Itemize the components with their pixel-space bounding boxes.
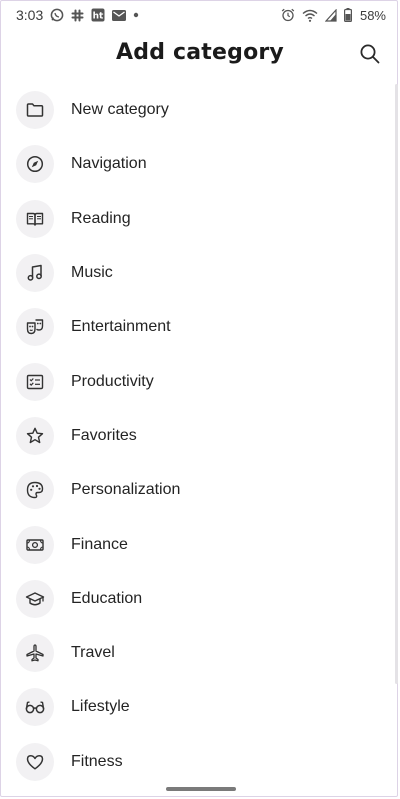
book-icon	[16, 199, 54, 238]
category-item-reading[interactable]: Reading	[0, 192, 392, 246]
category-item-favorites[interactable]: Favorites	[0, 409, 392, 463]
folder-icon	[16, 91, 54, 130]
category-label: Education	[71, 589, 143, 607]
category-label: Entertainment	[71, 318, 171, 336]
status-time: 3:03	[16, 7, 44, 23]
category-label: Fitness	[71, 752, 123, 770]
gesture-navigation-handle[interactable]	[166, 787, 236, 791]
music-note-icon	[16, 254, 54, 293]
status-bar: 3:03 ht 58%	[0, 0, 400, 30]
compass-icon	[16, 145, 54, 184]
status-left: 3:03 ht	[16, 7, 139, 23]
category-item-education[interactable]: Education	[0, 572, 392, 626]
category-label: New category	[71, 101, 169, 119]
slack-icon	[71, 9, 84, 22]
money-icon	[16, 525, 54, 564]
category-label: Music	[71, 264, 113, 282]
category-item-travel[interactable]: Travel	[0, 626, 392, 680]
mail-icon	[112, 9, 127, 21]
category-item-fitness[interactable]: Fitness	[0, 735, 392, 789]
category-label: Finance	[71, 535, 128, 553]
search-icon	[360, 44, 380, 64]
category-label: Productivity	[71, 372, 154, 390]
status-right: 58%	[281, 8, 386, 23]
category-item-productivity[interactable]: Productivity	[0, 354, 392, 408]
whatsapp-icon	[50, 8, 64, 22]
category-item-new-category[interactable]: New category	[0, 83, 392, 137]
heart-icon	[16, 742, 54, 781]
star-icon	[16, 416, 54, 455]
search-button[interactable]	[358, 42, 382, 66]
category-item-finance[interactable]: Finance	[0, 517, 392, 571]
checklist-icon	[16, 362, 54, 401]
theater-masks-icon	[16, 308, 54, 347]
category-label: Reading	[71, 209, 131, 227]
category-label: Travel	[71, 644, 115, 662]
battery-percentage: 58%	[359, 7, 386, 23]
category-item-entertainment[interactable]: Entertainment	[0, 300, 392, 354]
category-label: Lifestyle	[71, 698, 130, 716]
battery-icon	[343, 8, 352, 22]
category-label: Navigation	[71, 155, 147, 173]
category-item-lifestyle[interactable]: Lifestyle	[0, 680, 392, 734]
ht-icon: ht	[91, 8, 105, 22]
glasses-icon	[16, 688, 54, 727]
dot-icon	[133, 12, 139, 18]
category-item-personalization[interactable]: Personalization	[0, 463, 392, 517]
graduation-cap-icon	[16, 579, 54, 618]
scrollbar[interactable]	[395, 84, 398, 684]
category-label: Personalization	[71, 481, 181, 499]
airplane-icon	[16, 634, 54, 673]
alarm-icon	[281, 8, 295, 22]
header: Add category	[0, 30, 400, 84]
wifi-icon	[302, 9, 318, 22]
category-item-navigation[interactable]: Navigation	[0, 137, 392, 191]
page-title: Add category	[116, 40, 284, 65]
signal-icon	[324, 8, 337, 22]
palette-icon	[16, 471, 54, 510]
ht-icon-text: ht	[93, 12, 104, 22]
category-item-music[interactable]: Music	[0, 246, 392, 300]
category-label: Favorites	[71, 426, 137, 444]
category-list: New category Navigation Reading Music En…	[0, 83, 392, 789]
